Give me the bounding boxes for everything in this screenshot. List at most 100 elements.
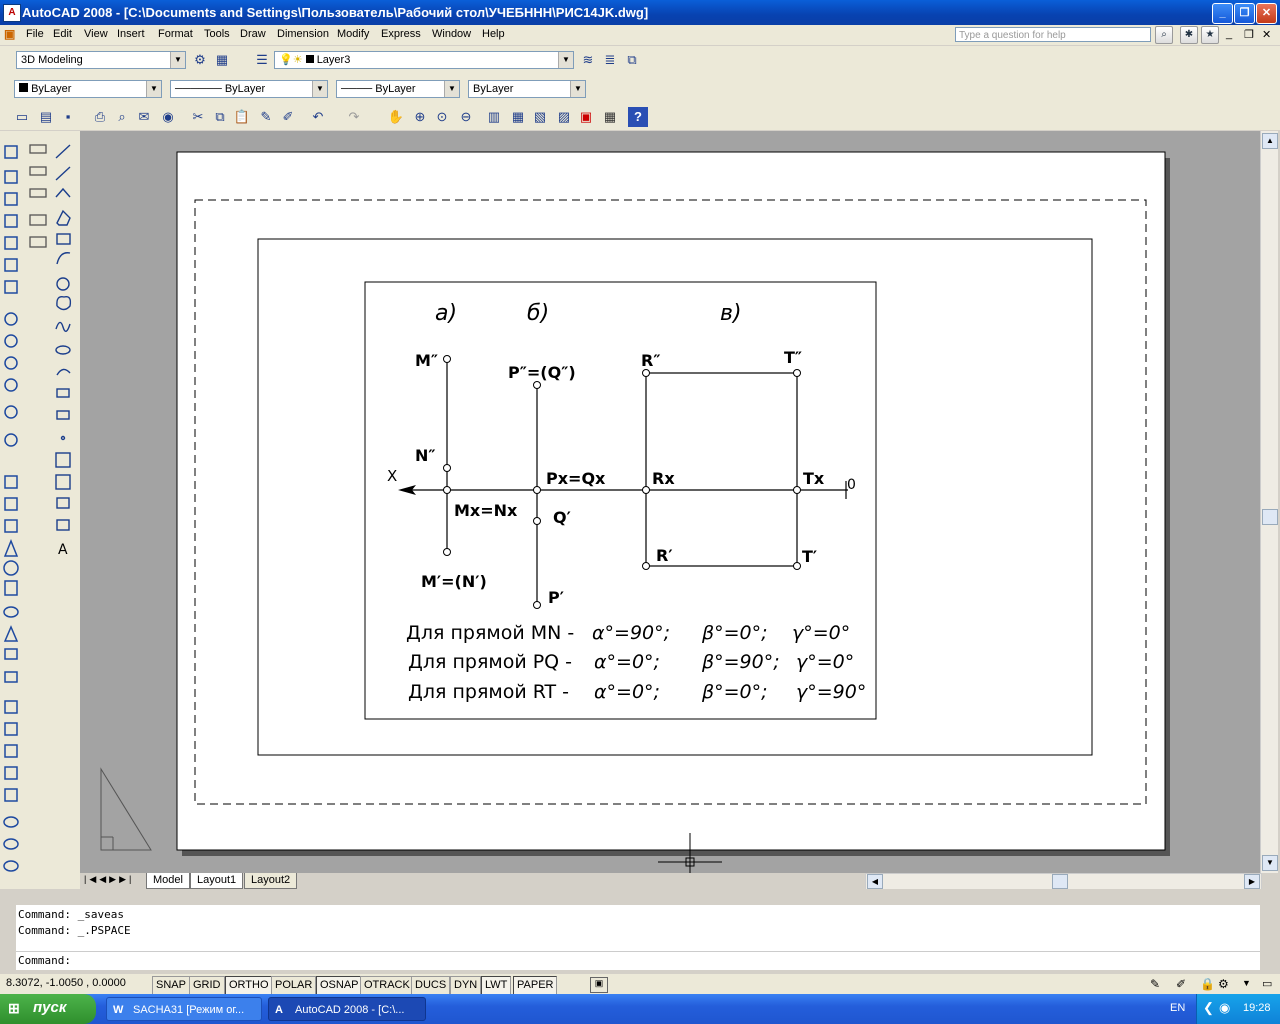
copy-icon[interactable]: ⧉ (210, 107, 230, 127)
search-icon[interactable]: ⌕ (1155, 26, 1173, 44)
command-input[interactable]: Command: (16, 951, 1260, 970)
autocad-app-icon[interactable]: A (3, 4, 21, 22)
layer-select[interactable]: 💡☀ Layer3 ▼ (274, 51, 574, 69)
undo-icon[interactable]: ↶ (308, 107, 328, 127)
plot-icon[interactable]: ⎙ (90, 107, 110, 127)
otrack-button[interactable]: OTRACK (360, 976, 414, 995)
scroll-right-icon[interactable]: ▶ (1244, 874, 1260, 889)
plot-preview-icon[interactable]: ⌕ (112, 107, 132, 127)
match-properties-icon[interactable]: ✎ (256, 107, 276, 127)
design-center-icon[interactable]: ▦ (508, 107, 528, 127)
hscroll-thumb[interactable] (1052, 874, 1068, 889)
tab-layout2[interactable]: Layout2 (244, 873, 298, 889)
osnap-button[interactable]: OSNAP (316, 976, 363, 995)
layer-previous-icon[interactable]: ≣ (600, 50, 620, 70)
tray-network-icon[interactable]: ◉ (1219, 1000, 1230, 1016)
menu-window[interactable]: Window (432, 28, 471, 40)
new-icon[interactable]: ▭ (12, 107, 32, 127)
drawing-canvas[interactable]: а) б) в) X 0 M″ N″ Mx=Nx M′=(N′) P″=(Q″)… (80, 131, 1260, 873)
communication-center-icon[interactable]: ✱ (1180, 26, 1198, 44)
plotstyle-select[interactable]: ByLayer ▼ (468, 80, 586, 98)
menu-dimension[interactable]: Dimension (277, 28, 329, 40)
scroll-up-icon[interactable]: ▲ (1262, 133, 1278, 149)
make-layer-current-icon[interactable]: ≋ (578, 50, 598, 70)
dyn-button[interactable]: DYN (450, 976, 482, 995)
menu-view[interactable]: View (84, 28, 108, 40)
maximize-viewport-icon[interactable]: ▣ (590, 977, 608, 993)
redo-icon[interactable]: ↷ (344, 107, 364, 127)
doc-restore-button[interactable]: ❐ (1244, 28, 1254, 41)
vertical-scrollbar[interactable]: ▲ ▼ (1260, 131, 1278, 873)
menu-draw[interactable]: Draw (240, 28, 266, 40)
layer-states-icon[interactable]: ⧉ (622, 50, 642, 70)
sheet-set-icon[interactable]: ▨ (554, 107, 574, 127)
zoom-previous-icon[interactable]: ⊖ (456, 107, 476, 127)
linetype-select[interactable]: ────── ByLayer ▼ (170, 80, 328, 98)
scroll-thumb[interactable] (1262, 509, 1278, 525)
tab-layout1[interactable]: Layout1 (190, 873, 244, 889)
doc-close-button[interactable]: ✕ (1262, 28, 1271, 41)
scroll-left-icon[interactable]: ◀ (867, 874, 883, 889)
tray-arrow-icon[interactable]: ❮ (1203, 1000, 1214, 1016)
close-button[interactable]: ✕ (1256, 3, 1277, 24)
tray-settings-icon[interactable]: ⚙ (1218, 977, 1229, 991)
menu-express[interactable]: Express (381, 28, 421, 40)
menu-edit[interactable]: Edit (53, 28, 72, 40)
menu-modify[interactable]: Modify (337, 28, 369, 40)
annotation-icon[interactable]: ✐ (1176, 977, 1186, 991)
my-workspace-icon[interactable]: ▦ (212, 50, 232, 70)
snap-button[interactable]: SNAP (152, 976, 190, 995)
pan-icon[interactable]: ✋ (386, 107, 406, 127)
grid-button[interactable]: GRID (189, 976, 225, 995)
menu-insert[interactable]: Insert (117, 28, 145, 40)
tab-model[interactable]: Model (146, 873, 190, 889)
document-icon[interactable]: ▣ (4, 27, 20, 43)
left-toolbar-icons[interactable]: A (0, 131, 80, 889)
task-autocad[interactable]: A AutoCAD 2008 - [C:\... (268, 997, 426, 1021)
minimize-button[interactable]: _ (1212, 3, 1233, 24)
lineweight-select[interactable]: ──── ByLayer ▼ (336, 80, 460, 98)
maximize-button[interactable]: ❐ (1234, 3, 1255, 24)
horizontal-scrollbar[interactable]: ◀ ▶ (865, 873, 1262, 890)
calculator-icon[interactable]: ▦ (600, 107, 620, 127)
polar-button[interactable]: POLAR (271, 976, 317, 995)
paper-button[interactable]: PAPER (513, 976, 558, 995)
task-word[interactable]: W SACHA31 [Режим ог... (106, 997, 262, 1021)
drawing-svg[interactable]: а) б) в) X 0 M″ N″ Mx=Nx M′=(N′) P″=(Q″)… (80, 131, 1260, 873)
save-icon[interactable]: ▪ (58, 107, 78, 127)
tool-palettes-icon[interactable]: ▧ (530, 107, 550, 127)
menu-file[interactable]: File (26, 28, 44, 40)
workspace-select[interactable]: 3D Modeling ▼ (16, 51, 186, 69)
clean-screen-icon[interactable]: ▭ (1262, 977, 1272, 990)
lwt-button[interactable]: LWT (481, 976, 512, 995)
3d-dwf-icon[interactable]: ◉ (158, 107, 178, 127)
zoom-realtime-icon[interactable]: ⊕ (410, 107, 430, 127)
language-indicator[interactable]: EN (1170, 1002, 1185, 1014)
ortho-button[interactable]: ORTHO (225, 976, 273, 995)
menu-format[interactable]: Format (158, 28, 193, 40)
zoom-window-icon[interactable]: ⊙ (432, 107, 452, 127)
workspace-settings-icon[interactable]: ⚙ (190, 50, 210, 70)
markup-icon[interactable]: ▣ (576, 107, 596, 127)
communication-icon[interactable]: ✎ (1150, 977, 1160, 991)
help-search-input[interactable]: Type a question for help (955, 27, 1151, 42)
layer-manager-icon[interactable]: ☰ (252, 50, 272, 70)
scroll-down-icon[interactable]: ▼ (1262, 855, 1278, 871)
status-menu-arrow-icon[interactable]: ▼ (1242, 978, 1251, 988)
menu-tools[interactable]: Tools (204, 28, 230, 40)
paste-icon[interactable]: 📋 (232, 107, 252, 127)
color-select[interactable]: ByLayer ▼ (14, 80, 162, 98)
properties-icon[interactable]: ▥ (484, 107, 504, 127)
tab-nav-arrows[interactable]: |◀◀▶▶| (84, 874, 134, 885)
cut-icon[interactable]: ✂ (188, 107, 208, 127)
help-icon[interactable]: ? (628, 107, 648, 127)
open-icon[interactable]: ▤ (36, 107, 56, 127)
ducs-button[interactable]: DUCS (411, 976, 451, 995)
menu-help[interactable]: Help (482, 28, 505, 40)
favorites-icon[interactable]: ★ (1201, 26, 1219, 44)
publish-icon[interactable]: ✉ (134, 107, 154, 127)
start-button[interactable]: ⊞ пуск (0, 994, 96, 1024)
doc-minimize-button[interactable]: _ (1226, 28, 1232, 40)
lock-icon[interactable]: 🔒 (1200, 977, 1215, 991)
block-editor-icon[interactable]: ✐ (278, 107, 298, 127)
